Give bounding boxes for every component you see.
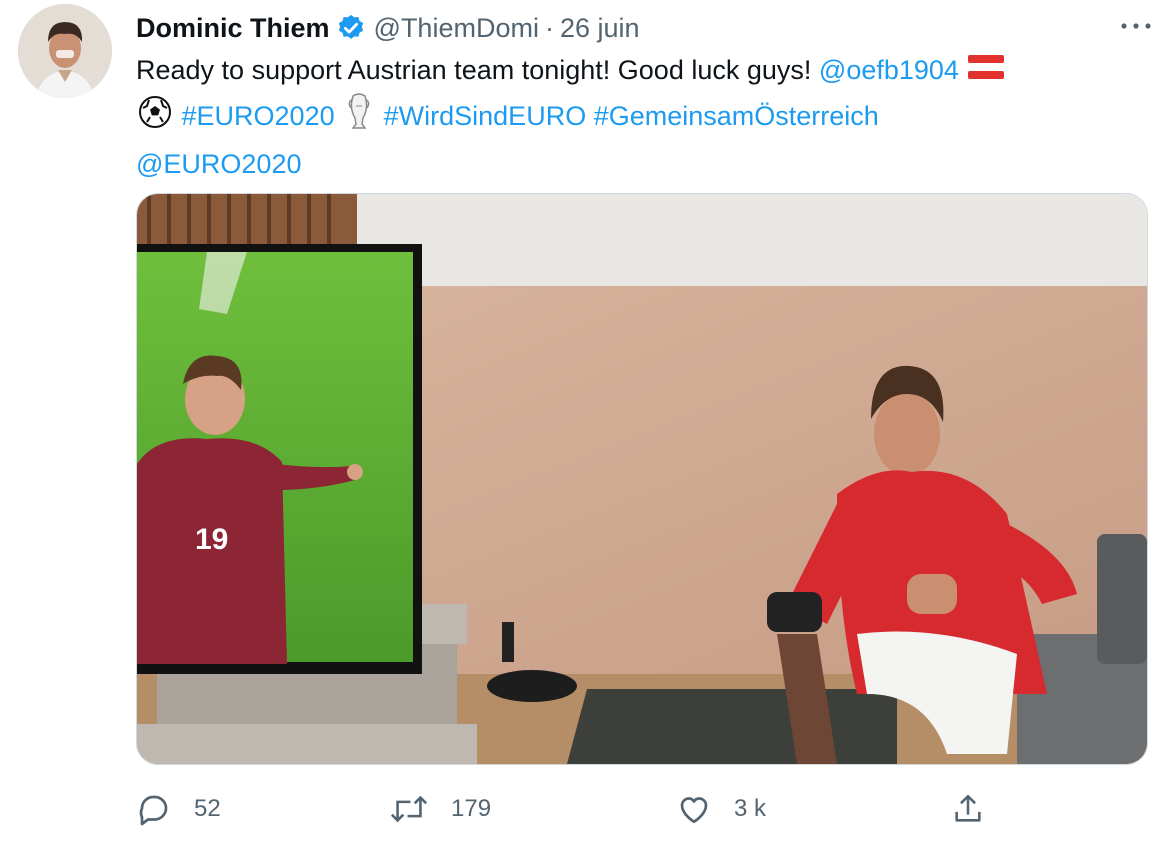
reply-count: 52	[194, 795, 221, 822]
austria-flag-icon	[968, 51, 1005, 92]
speech-bubble-icon	[139, 795, 168, 826]
tweet-action-bar: 52 179 3 k	[136, 786, 1146, 832]
tweet-photo[interactable]: 19	[136, 193, 1148, 765]
tweet-date[interactable]: 26 juin	[560, 13, 640, 44]
retweet-button[interactable]: 179	[389, 786, 491, 832]
author-handle[interactable]: @ThiemDomi	[374, 13, 539, 44]
trophy-icon	[344, 92, 374, 144]
share-button[interactable]	[951, 786, 985, 832]
mention-euro2020-link[interactable]: @EURO2020	[136, 149, 301, 179]
retweet-arrows-icon	[390, 795, 428, 823]
verified-badge-icon	[336, 13, 366, 43]
mention-oefb-link[interactable]: @oefb1904	[819, 55, 959, 85]
like-button[interactable]: 3 k	[676, 786, 766, 832]
retweet-count: 179	[451, 795, 492, 822]
tweet-body: Ready to support Austrian team tonight! …	[136, 50, 1146, 185]
author-name[interactable]: Dominic Thiem	[136, 13, 330, 44]
tweet-text-line1: Ready to support Austrian team tonight! …	[136, 55, 812, 85]
soccer-ball-icon	[138, 95, 172, 141]
heart-outline-icon	[680, 797, 708, 824]
share-upload-icon	[955, 794, 981, 822]
jersey-number: 19	[195, 523, 228, 556]
reply-button[interactable]: 52	[136, 786, 221, 832]
author-avatar[interactable]	[18, 4, 112, 98]
photo-illustration: 19	[137, 194, 1147, 764]
hashtag-wirdsindeuro-link[interactable]: #WirdSindEURO	[384, 102, 587, 132]
like-count: 3 k	[734, 795, 767, 822]
ellipsis-icon	[1121, 23, 1151, 29]
hashtag-gemeinsam-link[interactable]: #GemeinsamÖsterreich	[594, 102, 879, 132]
avatar-portrait	[18, 4, 112, 98]
hashtag-euro2020-link[interactable]: #EURO2020	[182, 102, 335, 132]
header-separator: ·	[544, 12, 554, 43]
tweet-header: Dominic Thiem @ThiemDomi · 26 juin	[136, 8, 1150, 48]
more-options-button[interactable]	[1116, 12, 1156, 40]
